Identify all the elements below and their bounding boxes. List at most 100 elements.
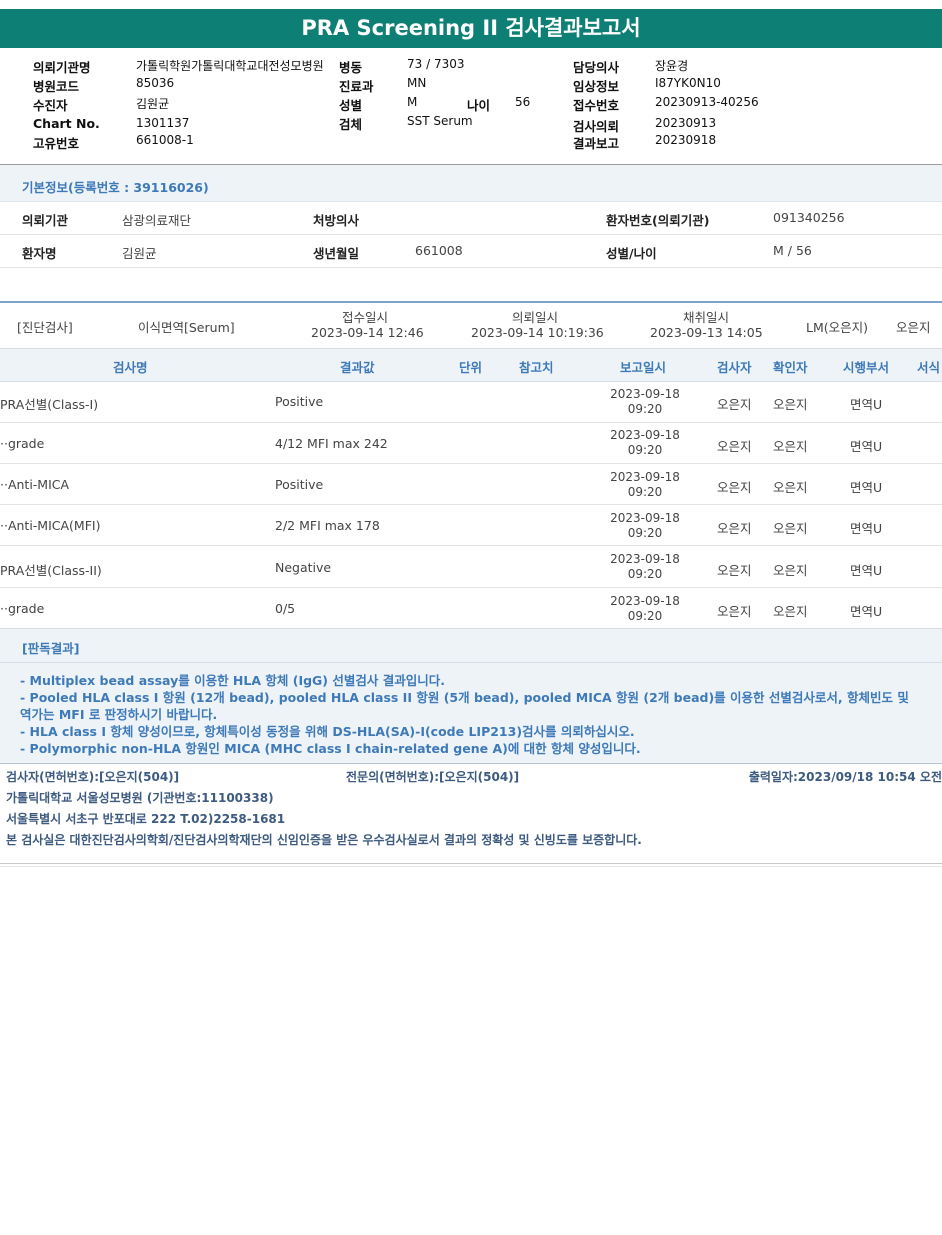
divider xyxy=(0,763,942,764)
header-value: 장윤경 xyxy=(655,59,689,73)
institution-label: 의뢰기관 xyxy=(22,213,69,228)
header-label: 진료과 xyxy=(339,79,374,94)
row-divider xyxy=(0,422,942,423)
header-label: 고유번호 xyxy=(33,136,80,151)
header-label: 병원코드 xyxy=(33,79,80,94)
header-value: SST Serum xyxy=(407,114,473,128)
report-date: 2023-09-18 xyxy=(610,470,680,484)
report-time: 09:20 xyxy=(627,567,663,581)
test-result: Negative xyxy=(275,560,332,575)
sex-age-label: 성별/나이 xyxy=(606,246,657,261)
header-value: 20230913-40256 xyxy=(655,95,759,109)
th-report-date: 보고일시 xyxy=(620,360,667,375)
report-date: 2023-09-18 xyxy=(610,552,680,566)
doctor-label: 처방의사 xyxy=(313,213,360,228)
received-value: 2023-09-14 12:46 xyxy=(311,325,424,340)
tester: 오은지 xyxy=(717,604,752,619)
lm-name: LM(오은지) xyxy=(806,320,869,335)
report-time: 09:20 xyxy=(627,402,663,416)
test-name: PRA선별(Class-I) xyxy=(0,397,99,412)
report-date: 2023-09-18 xyxy=(610,594,680,608)
interpretation-line: - Pooled HLA class I 항원 (12개 bead), pool… xyxy=(20,690,909,722)
tester: 오은지 xyxy=(717,480,752,495)
footer-certification: 본 검사실은 대한진단검사의학회/진단검사의학재단의 신임인증을 받은 우수검사… xyxy=(6,833,642,847)
header-value: 가톨릭학원가톨릭대학교대전성모병원 xyxy=(136,59,324,73)
report-date: 2023-09-18 xyxy=(610,511,680,525)
header-label: 성별 xyxy=(339,98,363,113)
footer-specialist: 전문의(면허번호):[오은지(504)] xyxy=(346,770,520,784)
row-divider xyxy=(0,267,942,268)
test-result: 0/5 xyxy=(275,601,296,616)
header-value: 661008-1 xyxy=(136,133,194,147)
header-label: 담당의사 xyxy=(573,60,620,75)
requested-value: 2023-09-14 10:19:36 xyxy=(471,325,604,340)
test-result: 2/2 MFI max 178 xyxy=(275,518,380,533)
header-label: 임상정보 xyxy=(573,79,620,94)
row-divider xyxy=(0,463,942,464)
checker: 오은지 xyxy=(773,604,808,619)
report-title: PRA Screening II 검사결과보고서 xyxy=(0,9,942,48)
header-value: 20230913 xyxy=(655,116,717,130)
report-datetime: 2023-09-18 09:20 xyxy=(600,387,690,417)
row-divider xyxy=(0,587,942,588)
department: 면역U xyxy=(850,397,883,412)
report-time: 09:20 xyxy=(627,609,663,623)
collected-value: 2023-09-13 14:05 xyxy=(650,325,763,340)
checker: 오은지 xyxy=(773,480,808,495)
checker: 오은지 xyxy=(773,563,808,578)
report-datetime: 2023-09-18 09:20 xyxy=(600,552,690,582)
test-name: ··grade xyxy=(0,601,45,616)
row-divider xyxy=(0,662,942,663)
received-label: 접수일시 xyxy=(342,310,389,325)
th-format: 서식 xyxy=(917,360,941,375)
department: 면역U xyxy=(850,439,883,454)
test-result: Positive xyxy=(275,477,324,492)
interpretation-text: - Multiplex bead assay를 이용한 HLA 항체 (IgG)… xyxy=(20,672,920,757)
test-name: ··Anti-MICA xyxy=(0,477,70,492)
tester: 오은지 xyxy=(717,397,752,412)
divider xyxy=(0,866,942,867)
tech-name: 오은지 xyxy=(896,320,931,335)
report-datetime: 2023-09-18 09:20 xyxy=(600,428,690,458)
footer-address: 서울특별시 서초구 반포대로 222 T.02)2258-1681 xyxy=(6,812,286,826)
header-label: Chart No. xyxy=(33,116,100,131)
row-divider xyxy=(0,234,942,235)
interpretation-line: - Multiplex bead assay를 이용한 HLA 항체 (IgG)… xyxy=(20,673,445,688)
checker: 오은지 xyxy=(773,439,808,454)
th-test-name: 검사명 xyxy=(113,360,148,375)
th-department: 시행부서 xyxy=(843,360,890,375)
exam-category: [진단검사] xyxy=(17,320,73,335)
th-checker: 확인자 xyxy=(773,360,808,375)
header-label: 수진자 xyxy=(33,98,68,113)
report-time: 09:20 xyxy=(627,485,663,499)
header-value: 20230918 xyxy=(655,133,717,147)
interpretation-line: - Polymorphic non-HLA 항원인 MICA (MHC clas… xyxy=(20,741,641,756)
row-divider xyxy=(0,545,942,546)
report-date: 2023-09-18 xyxy=(610,387,680,401)
header-value: 김원균 xyxy=(136,97,170,111)
tester: 오은지 xyxy=(717,439,752,454)
institution-value: 삼광의료재단 xyxy=(122,213,192,228)
header-label: 접수번호 xyxy=(573,98,620,113)
row-divider xyxy=(0,504,942,505)
patient-name-value: 김원균 xyxy=(122,246,157,261)
report-datetime: 2023-09-18 09:20 xyxy=(600,470,690,500)
interpretation-line: - HLA class I 항체 양성이므로, 항체특이성 동정을 위해 DS-… xyxy=(20,724,635,739)
checker: 오은지 xyxy=(773,397,808,412)
report-datetime: 2023-09-18 09:20 xyxy=(600,511,690,541)
header-label: 의뢰기관명 xyxy=(33,60,91,75)
department: 면역U xyxy=(850,563,883,578)
checker: 오은지 xyxy=(773,521,808,536)
footer-hospital: 가톨릭대학교 서울성모병원 (기관번호:11100338) xyxy=(6,791,274,805)
header-label: 결과보고 xyxy=(573,136,620,151)
th-tester: 검사자 xyxy=(717,360,752,375)
header-value: I87YK0N10 xyxy=(655,76,721,90)
report-time: 09:20 xyxy=(627,443,663,457)
sex-age-value: M / 56 xyxy=(773,243,812,258)
header-value: 56 xyxy=(515,95,531,109)
test-name: ··Anti-MICA(MFI) xyxy=(0,518,101,533)
report-date: 2023-09-18 xyxy=(610,428,680,442)
header-label: 병동 xyxy=(339,60,363,75)
report-datetime: 2023-09-18 09:20 xyxy=(600,594,690,624)
tester: 오은지 xyxy=(717,563,752,578)
